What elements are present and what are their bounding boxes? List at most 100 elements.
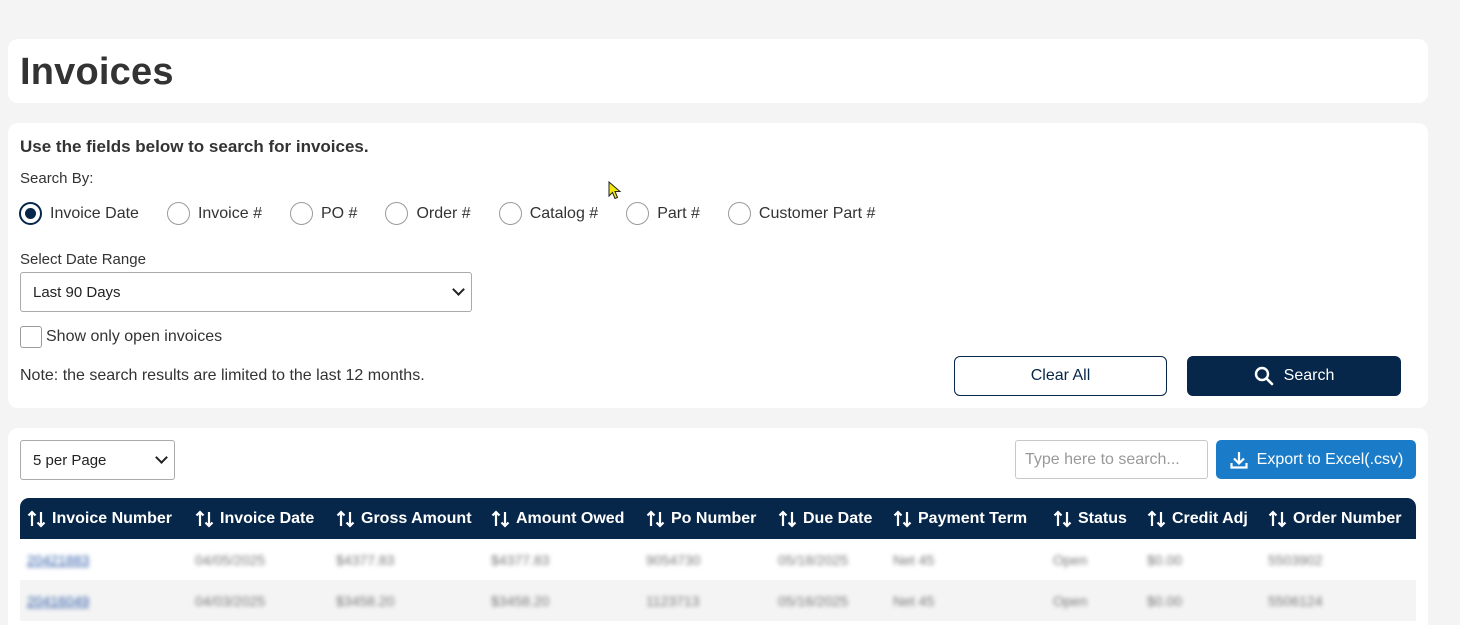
table-cell: 5503902: [1268, 551, 1323, 568]
sort-icon: [1053, 509, 1072, 528]
column-label: Po Number: [671, 509, 757, 527]
column-po-number[interactable]: Po Number: [639, 509, 771, 529]
radio-circle[interactable]: [498, 202, 522, 225]
table-cell: 5506124: [1268, 592, 1323, 609]
open-invoices-checkbox[interactable]: [20, 326, 42, 348]
search-panel: Use the fields below to search for invoi…: [8, 123, 1428, 408]
radio-label: Part #: [657, 204, 700, 222]
chevron-down-icon: [452, 283, 465, 296]
column-amount-owed[interactable]: Amount Owed: [484, 509, 639, 529]
radio-label: Customer Part #: [758, 204, 876, 222]
sort-icon: [778, 509, 797, 528]
column-due-date[interactable]: Due Date: [771, 509, 886, 529]
radio-invoice-date[interactable]: Invoice Date: [19, 202, 139, 225]
date-range-value: Last 90 Days: [33, 283, 121, 301]
radio-order-number[interactable]: Order #: [385, 202, 471, 225]
column-label: Status: [1078, 509, 1127, 527]
title-card: Invoices: [8, 39, 1428, 103]
column-label: Invoice Date: [220, 509, 315, 527]
sort-icon: [1268, 509, 1287, 528]
download-icon: [1230, 451, 1248, 469]
export-label: Export to Excel(.csv): [1256, 450, 1404, 468]
table-cell: Open: [1053, 592, 1088, 609]
search-by-label: Search By:: [20, 170, 94, 187]
table-cell: 04/03/2025: [195, 592, 266, 609]
radio-label: Catalog #: [529, 204, 599, 222]
column-credit-adj[interactable]: Credit Adj: [1140, 509, 1261, 529]
table-cell: 05/18/2025: [778, 551, 849, 568]
open-invoices-toggle[interactable]: Show only open invoices: [20, 326, 222, 348]
invoices-table: Invoice Number Invoice Date Gross Amount…: [20, 498, 1416, 621]
table-cell: Net 45: [893, 551, 935, 568]
table-header: Invoice Number Invoice Date Gross Amount…: [20, 498, 1416, 539]
search-icon: [1254, 366, 1273, 386]
search-intro: Use the fields below to search for invoi…: [20, 137, 369, 156]
radio-label: PO #: [320, 204, 358, 222]
search-button[interactable]: Search: [1187, 356, 1401, 396]
radio-circle[interactable]: [727, 202, 751, 225]
column-status[interactable]: Status: [1046, 509, 1140, 529]
column-invoice-date[interactable]: Invoice Date: [188, 509, 329, 529]
table-row: 20421883 04/05/2025 $4377.83 $4377.83 90…: [20, 539, 1416, 580]
radio-circle[interactable]: [289, 202, 313, 225]
column-label: Gross Amount: [361, 509, 472, 527]
date-range-select[interactable]: Last 90 Days: [20, 272, 472, 312]
mouse-cursor-icon: [608, 181, 622, 200]
radio-circle[interactable]: [385, 202, 409, 225]
radio-label: Invoice Date: [50, 204, 139, 222]
radio-po-number[interactable]: PO #: [289, 202, 358, 225]
radio-circle[interactable]: [626, 202, 650, 225]
column-label: Amount Owed: [516, 509, 625, 527]
column-label: Due Date: [803, 509, 873, 527]
sort-icon: [27, 509, 46, 528]
sort-icon: [893, 509, 912, 528]
column-gross-amount[interactable]: Gross Amount: [329, 509, 484, 529]
table-cell: $4377.83: [491, 551, 550, 568]
table-cell: $4377.83: [336, 551, 395, 568]
table-cell: 1123713: [646, 592, 700, 609]
sort-icon: [336, 509, 355, 528]
table-search-input[interactable]: [1015, 440, 1208, 479]
radio-label: Order #: [416, 204, 471, 222]
table-cell: Open: [1053, 551, 1088, 568]
invoice-number-link[interactable]: 20421883: [20, 552, 188, 568]
radio-catalog-number[interactable]: Catalog #: [498, 202, 599, 225]
table-cell: 04/05/2025: [195, 551, 266, 568]
radio-circle[interactable]: [19, 202, 42, 225]
clear-all-label: Clear All: [1030, 367, 1091, 384]
column-label: Invoice Number: [52, 509, 173, 527]
table-cell: $3458.20: [491, 592, 550, 609]
table-row: 20416049 04/03/2025 $3458.20 $3458.20 11…: [20, 580, 1416, 621]
export-csv-button[interactable]: Export to Excel(.csv): [1216, 440, 1416, 479]
sort-icon: [491, 509, 510, 528]
radio-invoice-number[interactable]: Invoice #: [166, 202, 262, 225]
chevron-down-icon: [155, 451, 168, 464]
sort-icon: [646, 509, 665, 528]
column-invoice-number[interactable]: Invoice Number: [20, 509, 188, 529]
search-by-radio-group: Invoice Date Invoice # PO # Order # Cata…: [19, 202, 903, 225]
sort-icon: [1147, 509, 1166, 528]
results-panel: 5 per Page Export to Excel(.csv) Invoice…: [8, 428, 1428, 625]
radio-customer-part-number[interactable]: Customer Part #: [727, 202, 876, 225]
column-payment-term[interactable]: Payment Term: [886, 509, 1046, 529]
radio-label: Invoice #: [197, 204, 262, 222]
page-title: Invoices: [20, 51, 174, 93]
table-cell: Net 45: [893, 592, 935, 609]
column-label: Payment Term: [918, 509, 1028, 527]
per-page-select[interactable]: 5 per Page: [20, 440, 175, 480]
clear-all-button[interactable]: Clear All: [954, 356, 1167, 396]
search-label: Search: [1283, 367, 1335, 384]
table-cell: $0.00: [1147, 551, 1183, 568]
table-cell: $0.00: [1147, 592, 1183, 609]
table-cell: 9054730: [646, 551, 701, 568]
radio-part-number[interactable]: Part #: [626, 202, 700, 225]
column-label: Credit Adj: [1172, 509, 1248, 527]
invoice-number-link[interactable]: 20416049: [20, 593, 188, 609]
open-invoices-label: Show only open invoices: [46, 328, 223, 345]
table-cell: $3458.20: [336, 592, 395, 609]
per-page-value: 5 per Page: [33, 451, 107, 469]
date-range-label: Select Date Range: [20, 251, 146, 268]
column-order-number[interactable]: Order Number: [1261, 509, 1416, 529]
column-label: Order Number: [1293, 509, 1402, 527]
radio-circle[interactable]: [166, 202, 190, 225]
